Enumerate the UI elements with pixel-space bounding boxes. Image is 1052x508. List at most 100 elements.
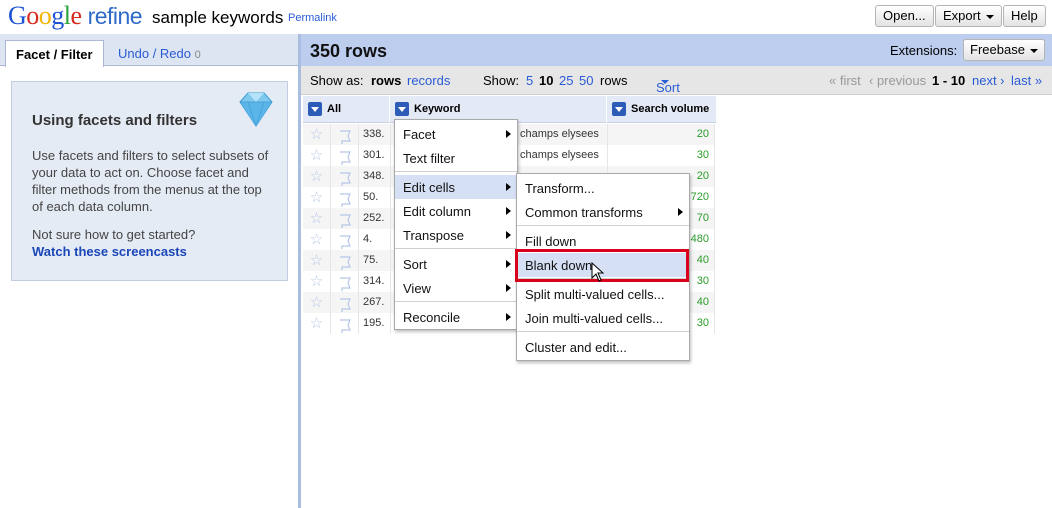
dropdown-arrow-icon[interactable] xyxy=(308,102,322,116)
menu-separator xyxy=(395,171,517,172)
star-icon[interactable]: ☆ xyxy=(303,124,331,145)
menu-item-transform[interactable]: Transform... xyxy=(517,176,689,200)
star-icon[interactable]: ☆ xyxy=(303,208,331,229)
column-header-search-volume[interactable]: Search volume xyxy=(607,96,717,123)
google-refine-logo[interactable]: Google refine xyxy=(8,1,143,31)
row-number: 195. xyxy=(359,313,391,334)
menu-item-view[interactable]: View xyxy=(395,276,517,300)
flag-icon[interactable] xyxy=(331,229,359,250)
chevron-down-icon xyxy=(985,14,994,19)
row-number: 267. xyxy=(359,292,391,313)
column-header-all[interactable]: All xyxy=(303,96,390,123)
logo-letter: e xyxy=(70,1,83,30)
search-volume-cell[interactable]: 30 xyxy=(608,145,715,166)
menu-item-cluster-and-edit[interactable]: Cluster and edit... xyxy=(517,335,689,359)
mouse-cursor-icon xyxy=(591,262,605,282)
page-size-10[interactable]: 10 xyxy=(539,73,553,88)
logo-letter: l xyxy=(63,1,71,30)
star-icon[interactable]: ☆ xyxy=(303,187,331,208)
dropdown-arrow-icon[interactable] xyxy=(395,102,409,116)
menu-item-common-transforms[interactable]: Common transforms xyxy=(517,200,689,224)
project-name[interactable]: sample keywords xyxy=(152,8,283,28)
next-page-link[interactable]: next › xyxy=(972,73,1005,88)
keyword-cell[interactable]: champs elysees xyxy=(518,145,608,166)
show-as-records[interactable]: records xyxy=(407,73,450,88)
menu-item-text-filter[interactable]: Text filter xyxy=(395,146,517,170)
page-size-25[interactable]: 25 xyxy=(559,73,573,88)
help-button[interactable]: Help xyxy=(1003,5,1046,27)
menu-item-label: Join multi-valued cells... xyxy=(525,311,663,326)
menu-item-label: Facet xyxy=(403,127,436,142)
export-button[interactable]: Export xyxy=(935,5,1002,27)
view-bar: Show as: rows records Show: 5 10 25 50 r… xyxy=(301,66,1052,95)
logo-letter: o xyxy=(38,1,52,30)
left-tabbar: Facet / Filter Undo / Redo 0 xyxy=(0,34,298,67)
menu-item-facet[interactable]: Facet xyxy=(395,122,517,146)
keyword-cell[interactable]: champs elysees xyxy=(518,124,608,145)
dropdown-arrow-icon[interactable] xyxy=(612,102,626,116)
extensions-label: Extensions: xyxy=(890,43,958,58)
page-size-5[interactable]: 5 xyxy=(526,73,533,88)
menu-item-edit-cells[interactable]: Edit cells xyxy=(395,175,517,199)
submenu-arrow-icon xyxy=(678,208,683,216)
flag-icon[interactable] xyxy=(331,187,359,208)
last-page-link[interactable]: last » xyxy=(1011,73,1042,88)
menu-item-reconcile[interactable]: Reconcile xyxy=(395,305,517,329)
menu-item-label: Text filter xyxy=(403,151,456,166)
facet-help-box: Using facets and filters Use facets and … xyxy=(11,81,288,281)
show-as-rows[interactable]: rows xyxy=(371,73,401,88)
column-label: Keyword xyxy=(414,103,461,115)
menu-item-sort[interactable]: Sort xyxy=(395,252,517,276)
show-label: Show: xyxy=(483,73,520,88)
menu-item-label: Reconcile xyxy=(403,310,461,325)
export-button-label: Export xyxy=(943,8,981,23)
star-icon[interactable]: ☆ xyxy=(303,313,331,334)
submenu-arrow-icon xyxy=(506,313,511,321)
tab-undo-redo[interactable]: Undo / Redo 0 xyxy=(108,40,211,67)
star-icon[interactable]: ☆ xyxy=(303,145,331,166)
flag-icon[interactable] xyxy=(331,124,359,145)
flag-icon[interactable] xyxy=(331,271,359,292)
screencasts-link[interactable]: Watch these screencasts xyxy=(32,244,187,259)
row-number: 75. xyxy=(359,250,391,271)
logo-letter: o xyxy=(26,1,39,30)
row-number: 301. xyxy=(359,145,391,166)
open-button-label: Open... xyxy=(883,8,926,23)
star-icon[interactable]: ☆ xyxy=(303,166,331,187)
star-icon[interactable]: ☆ xyxy=(303,250,331,271)
star-icon[interactable]: ☆ xyxy=(303,229,331,250)
freebase-button-label: Freebase xyxy=(970,42,1025,57)
row-number: 348. xyxy=(359,166,391,187)
star-icon[interactable]: ☆ xyxy=(303,271,331,292)
flag-icon[interactable] xyxy=(331,292,359,313)
menu-item-edit-column[interactable]: Edit column xyxy=(395,199,517,223)
submenu-arrow-icon xyxy=(506,130,511,138)
diamond-icon xyxy=(239,92,273,127)
page-size-50[interactable]: 50 xyxy=(579,73,593,88)
submenu-arrow-icon xyxy=(506,183,511,191)
undo-count: 0 xyxy=(194,49,201,61)
flag-icon[interactable] xyxy=(331,250,359,271)
freebase-button[interactable]: Freebase xyxy=(963,39,1045,61)
row-count: 350 rows xyxy=(310,41,388,61)
menu-item-label: Edit cells xyxy=(403,180,456,195)
search-volume-cell[interactable]: 20 xyxy=(608,124,715,145)
menu-item-join-multi-valued[interactable]: Join multi-valued cells... xyxy=(517,306,689,330)
app-header: Google refine sample keywords Permalink O… xyxy=(0,0,1052,34)
flag-icon[interactable] xyxy=(331,145,359,166)
menu-item-transpose[interactable]: Transpose xyxy=(395,223,517,247)
column-label: All xyxy=(327,103,342,115)
menu-item-label: Edit column xyxy=(403,204,471,219)
star-icon[interactable]: ☆ xyxy=(303,292,331,313)
open-button[interactable]: Open... xyxy=(875,5,934,27)
rows-bar: 350 rows Extensions: Freebase xyxy=(301,34,1052,66)
permalink-link[interactable]: Permalink xyxy=(288,12,337,24)
menu-item-split-multi-valued[interactable]: Split multi-valued cells... xyxy=(517,282,689,306)
tab-facet-filter[interactable]: Facet / Filter xyxy=(5,40,104,67)
flag-icon[interactable] xyxy=(331,166,359,187)
flag-icon[interactable] xyxy=(331,313,359,334)
chevron-down-icon xyxy=(661,80,669,84)
logo-letter: G xyxy=(8,1,27,30)
flag-icon[interactable] xyxy=(331,208,359,229)
column-label: Search volume xyxy=(631,103,710,115)
